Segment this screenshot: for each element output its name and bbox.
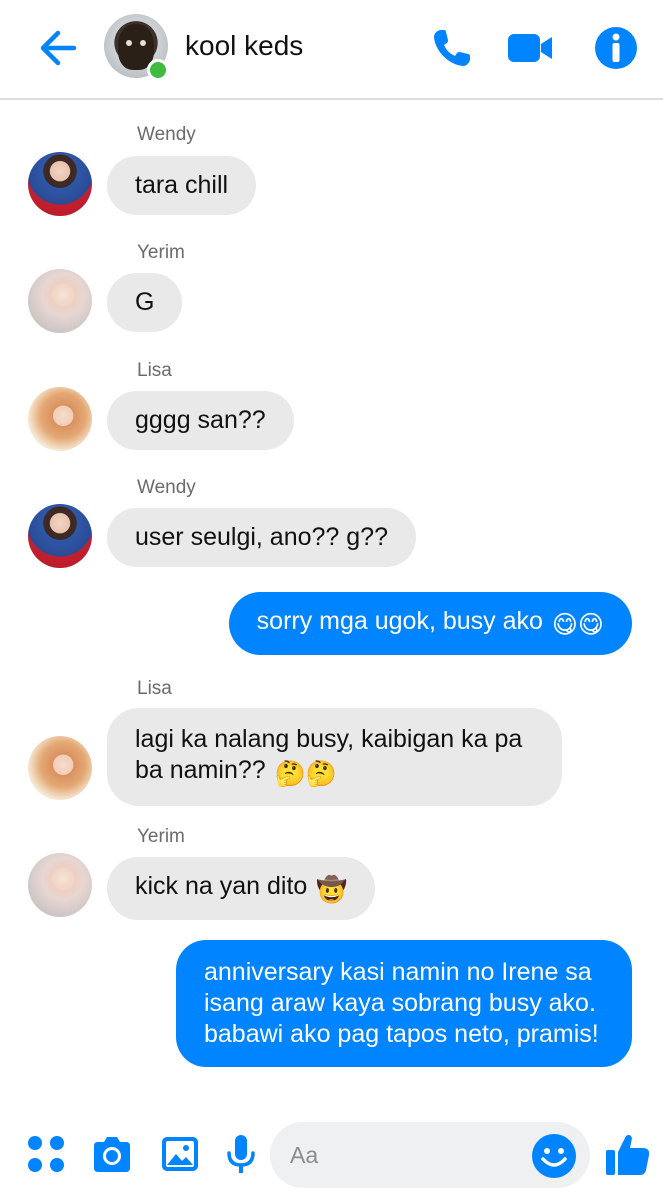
message-bubble[interactable]: gggg san?? (107, 391, 294, 450)
sender-name: Wendy (137, 124, 196, 145)
message-bubble[interactable]: G (107, 273, 183, 332)
video-camera-icon[interactable] (506, 24, 554, 72)
avatar-yerim[interactable] (28, 853, 92, 917)
sender-name: Lisa (137, 678, 172, 699)
avatar-lisa[interactable] (28, 387, 92, 451)
avatar-lisa[interactable] (28, 736, 92, 800)
thumbs-up-icon[interactable] (604, 1130, 652, 1178)
message-text: gggg san?? (135, 406, 266, 434)
grinning-tongue-emoji-icon: 😋😋 (551, 611, 604, 639)
message-bubble[interactable]: kick na yan dito 🤠 (107, 857, 376, 920)
message-bubble-outgoing[interactable]: anniversary kasi namin no Irene sa isang… (176, 940, 632, 1067)
apps-icon[interactable] (24, 1132, 68, 1176)
sender-name: Yerim (137, 242, 185, 263)
camera-icon[interactable] (90, 1132, 134, 1176)
message-bubble[interactable]: tara chill (107, 156, 257, 215)
message-text: tara chill (135, 171, 229, 199)
thinking-emoji-icon: 🤔🤔 (274, 760, 337, 788)
message-bubble-outgoing[interactable]: sorry mga ugok, busy ako 😋😋 (228, 592, 632, 655)
sender-name: Lisa (137, 360, 172, 381)
message-bubble[interactable]: user seulgi, ano?? g?? (107, 508, 416, 567)
message-text: user seulgi, ano?? g?? (135, 523, 388, 551)
message-text: anniversary kasi namin no Irene sa isang… (204, 958, 599, 1048)
info-icon[interactable] (592, 24, 640, 72)
phone-icon[interactable] (428, 24, 476, 72)
chat-title[interactable]: kool keds (185, 30, 303, 62)
online-status-dot (147, 59, 169, 81)
message-text: kick na yan dito (135, 872, 308, 900)
microphone-icon[interactable] (219, 1132, 263, 1176)
sender-name: Yerim (137, 826, 185, 847)
back-arrow-icon[interactable] (34, 24, 82, 72)
message-text: sorry mga ugok, busy ako (256, 607, 543, 635)
message-text: G (135, 288, 155, 316)
avatar-yerim[interactable] (28, 269, 92, 333)
chat-header: kool keds (0, 0, 663, 100)
message-input[interactable] (290, 1136, 510, 1174)
sender-name: Wendy (137, 477, 196, 498)
avatar-wendy[interactable] (28, 504, 92, 568)
message-bubble[interactable]: lagi ka nalang busy, kaibigan ka pa ba n… (107, 708, 562, 806)
emoji-icon[interactable] (530, 1132, 578, 1180)
cowboy-emoji-icon: 🤠 (316, 876, 348, 904)
avatar-wendy[interactable] (28, 152, 92, 216)
image-icon[interactable] (158, 1132, 202, 1176)
